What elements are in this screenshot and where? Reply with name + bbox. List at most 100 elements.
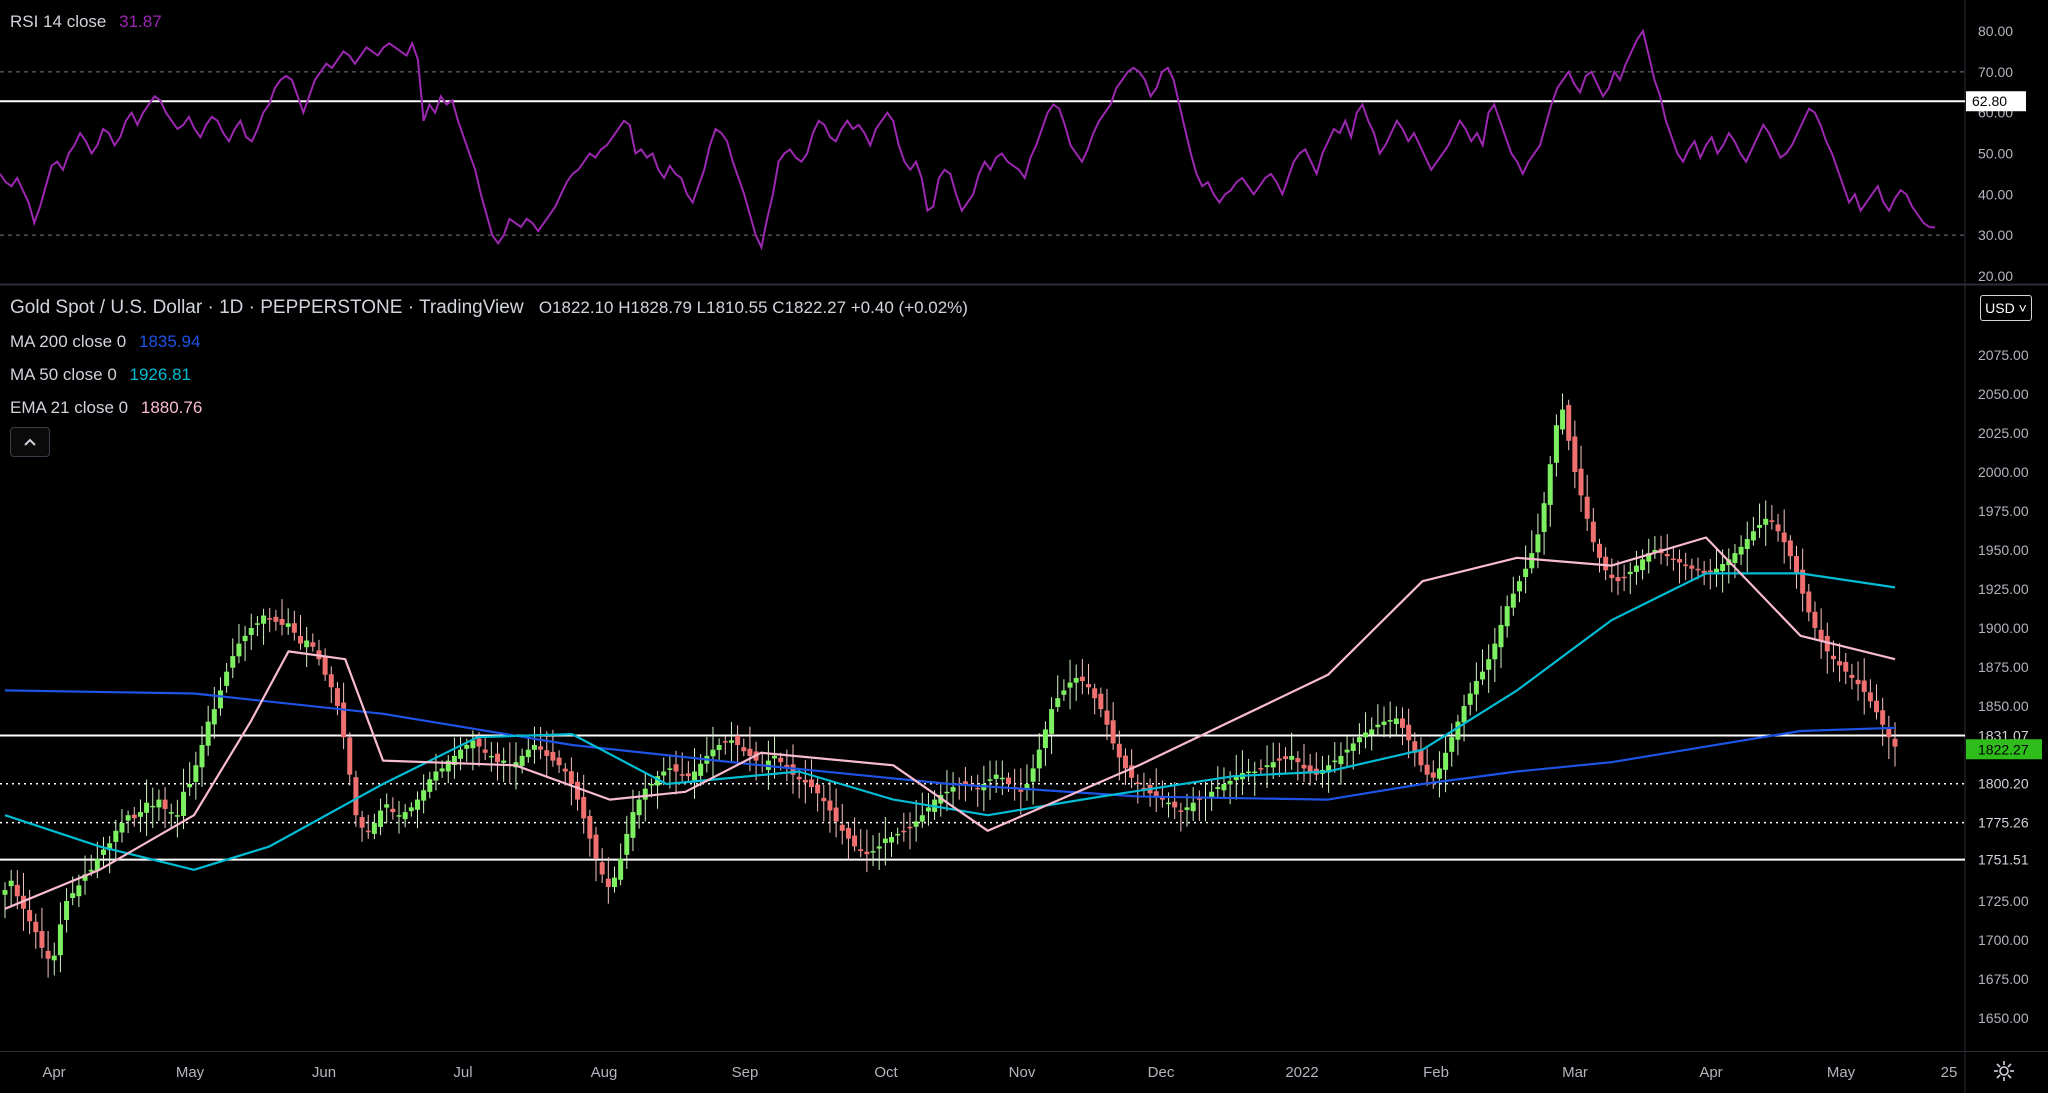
ema21-value: 1880.76	[140, 398, 203, 417]
candle-body	[925, 807, 931, 812]
candle-body	[1566, 405, 1572, 441]
candle-body	[304, 640, 310, 648]
gear-icon[interactable]	[1992, 1059, 2016, 1083]
candle-body	[544, 750, 550, 756]
candle-body	[1461, 706, 1467, 723]
candle-body	[1541, 503, 1547, 532]
candle-body	[618, 858, 624, 880]
candle-body	[1030, 768, 1036, 782]
candle-body	[1375, 724, 1381, 728]
candle-body	[907, 826, 913, 829]
candle-body	[45, 950, 51, 959]
last-price-label: 1822.27	[1978, 741, 2029, 757]
candle-body	[1005, 777, 1011, 784]
chevron-down-icon: ˅	[2014, 300, 2027, 316]
candle-body	[488, 755, 494, 758]
candle-body	[1707, 570, 1713, 572]
candle-body	[1246, 771, 1252, 774]
candle-body	[421, 790, 427, 801]
ma50-label: MA 50 close 0	[10, 365, 117, 384]
candle-body	[630, 812, 636, 838]
candle-body	[1861, 680, 1867, 692]
candle-body	[365, 830, 371, 833]
candle-body	[1098, 693, 1104, 710]
currency-button[interactable]: USD ˅	[1980, 295, 2032, 321]
candle-body	[1449, 737, 1455, 752]
price-tick-label: 1850.00	[1978, 698, 2029, 714]
time-tick-label: Sep	[732, 1064, 759, 1081]
candle-body	[384, 804, 390, 808]
candle-body	[802, 779, 808, 783]
ma50-legend[interactable]: MA 50 close 0 1926.81	[10, 365, 191, 385]
candle-body	[1270, 762, 1276, 768]
candle-body	[1178, 810, 1184, 812]
candle-body	[1418, 749, 1424, 766]
candle-body	[864, 851, 870, 855]
candle-body	[698, 763, 704, 776]
candle-body	[1695, 568, 1701, 571]
ema21-legend[interactable]: EMA 21 close 0 1880.76	[10, 398, 202, 418]
time-tick-label: 2022	[1285, 1064, 1318, 1081]
candle-body	[199, 745, 205, 768]
candle-body	[298, 636, 304, 644]
candle-body	[1061, 690, 1067, 695]
candle-body	[1664, 554, 1670, 557]
candle-body	[728, 740, 734, 743]
candle-body	[1276, 758, 1282, 761]
candle-body	[1775, 524, 1781, 532]
candle-body	[1381, 721, 1387, 725]
rsi-legend: RSI 14 close 31.87	[10, 12, 162, 32]
price-tick-label: 1700.00	[1978, 932, 2029, 948]
candle-body	[1806, 591, 1812, 613]
candle-body	[889, 837, 895, 843]
candle-body	[1547, 464, 1553, 505]
candle-body	[427, 779, 433, 792]
price-tick-label: 1900.00	[1978, 620, 2029, 636]
candle-body	[1467, 693, 1473, 705]
candle-body	[371, 823, 377, 834]
candle-body	[538, 746, 544, 750]
candle-body	[1283, 756, 1289, 760]
candle-body	[858, 849, 864, 852]
candle-body	[605, 878, 611, 887]
time-tick-label: Apr	[42, 1064, 65, 1081]
candle-body	[1615, 577, 1621, 582]
candle-body	[8, 880, 14, 887]
ohlc-readout: O1822.10 H1828.79 L1810.55 C1822.27 +0.4…	[538, 298, 968, 317]
price-reference-label: 1775.26	[1978, 815, 2029, 831]
candle-body	[347, 737, 353, 775]
candle-body	[1498, 624, 1504, 648]
candle-body	[531, 745, 537, 750]
symbol-title[interactable]: Gold Spot / U.S. Dollar · 1D · PEPPERSTO…	[10, 297, 524, 318]
candle-body	[1892, 738, 1898, 747]
candle-body	[1867, 692, 1873, 702]
price-tick-label: 1975.00	[1978, 503, 2029, 519]
candle-body	[1067, 682, 1073, 688]
candle-body	[125, 815, 131, 821]
candle-body	[476, 738, 482, 747]
candle-body	[636, 799, 642, 816]
candle-body	[359, 816, 365, 828]
candle-body	[88, 869, 94, 872]
candle-body	[137, 812, 143, 817]
ma200-legend[interactable]: MA 200 close 0 1835.94	[10, 332, 200, 352]
candle-body	[944, 791, 950, 794]
candle-body	[1184, 807, 1190, 810]
price-tick-label: 2075.00	[1978, 347, 2029, 363]
candle-body	[852, 835, 858, 847]
candle-body	[101, 849, 107, 855]
time-tick-label: Jun	[312, 1064, 336, 1081]
rsi-level-label: 62.80	[1972, 93, 2007, 109]
candle-body	[224, 671, 230, 686]
candle-body	[1830, 655, 1836, 660]
candle-body	[1301, 764, 1307, 769]
candle-body	[501, 760, 507, 763]
candle-body	[1424, 764, 1430, 775]
candle-body	[1516, 581, 1522, 592]
candle-body	[1670, 558, 1676, 561]
candle-body	[378, 810, 384, 827]
candle-body	[1523, 568, 1529, 578]
collapse-legend-button[interactable]	[10, 427, 50, 457]
candle-body	[1443, 752, 1449, 770]
candle-body	[1473, 681, 1479, 695]
